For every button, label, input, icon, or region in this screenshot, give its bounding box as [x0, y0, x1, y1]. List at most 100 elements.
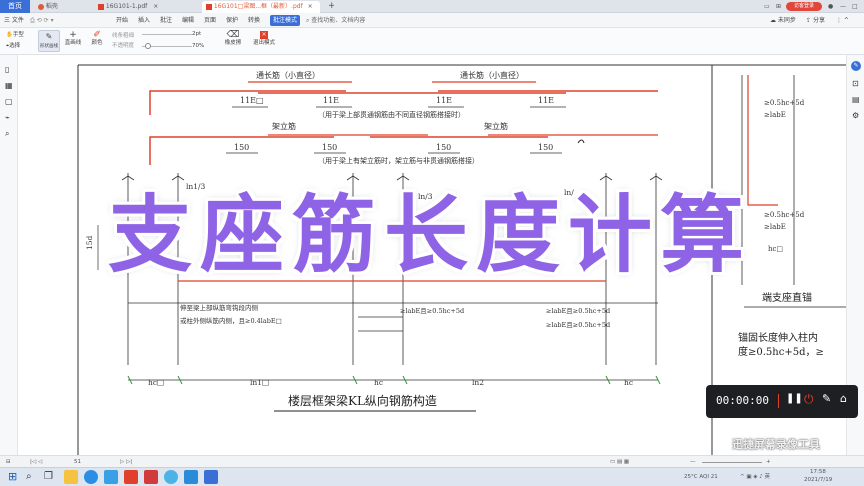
search-side-icon[interactable]: ⌕ — [5, 129, 9, 139]
erect-label-right: 架立筋 — [484, 121, 508, 131]
tray-icons[interactable]: ^ ▣ ◈ ♪ 英 — [740, 471, 770, 483]
pdf-app-icon[interactable] — [144, 470, 158, 484]
width-value[interactable]: 2pt — [192, 30, 201, 38]
close-red-icon: × — [260, 31, 268, 39]
tab-current-pdf[interactable]: 16G101□梁图...框（最新）.pdf × — [202, 1, 320, 13]
search-box[interactable]: ⌕ 查找功能、文档内容 — [306, 13, 365, 28]
tab-home[interactable]: 首页 — [0, 0, 30, 13]
browser-icon[interactable] — [164, 470, 178, 484]
grid-icon[interactable]: ⊞ — [772, 1, 784, 13]
close-icon[interactable]: × — [153, 3, 158, 10]
edit-icon[interactable]: ✎ — [851, 61, 861, 71]
pen-icon: ✎ — [45, 32, 53, 41]
thumbnail-icon[interactable]: ▦ — [5, 81, 13, 90]
hand-tool[interactable]: ✋手型 — [6, 31, 24, 39]
erect-label-left: 架立筋 — [272, 121, 296, 131]
search-icon[interactable]: ⌕ — [26, 470, 40, 484]
select-label: 选择 — [9, 43, 21, 49]
menu-convert[interactable]: 转换 — [248, 13, 260, 28]
edge-icon[interactable] — [84, 470, 98, 484]
menu-annotate-mode[interactable]: 批注模式 — [270, 15, 301, 26]
pen-icon[interactable]: ✎ — [822, 392, 831, 405]
tab-label: 16G101-1.pdf — [105, 3, 148, 10]
dim-ln2: ln2 — [472, 378, 484, 387]
ribbon-toolbar: ✋手型 ⌖选择 ✎ 形状画线 + 直画线 ✐ 颜色 线条粗细 不透明度 2pt … — [0, 28, 864, 55]
menu-edit[interactable]: 编辑 — [182, 13, 194, 28]
lap-150: 150 — [234, 143, 249, 152]
right-dim: ≥0.5hc+5d — [764, 99, 805, 107]
opacity-slider-handle[interactable] — [145, 43, 151, 49]
windows-start-icon[interactable]: ⊞ — [8, 470, 22, 484]
tool-icon[interactable]: ⊡ — [852, 79, 859, 88]
shape-draw-tool[interactable]: ✎ 形状画线 — [38, 30, 60, 52]
right-dim: ≥labE — [764, 111, 786, 119]
right-dim: ≥0.5hc+5d — [764, 211, 805, 219]
wps-icon[interactable] — [124, 470, 138, 484]
quick-tools-icon[interactable]: ⎙ ⟲ ⟳ ▾ — [30, 13, 54, 28]
right-text-1: 锚固长度伸入柱内 — [738, 331, 818, 344]
lap-label: 11E — [323, 96, 339, 105]
stop-icon[interactable]: ⏻ — [804, 392, 814, 407]
eraser-tool[interactable]: ⌫ 橡皮擦 — [222, 31, 244, 47]
weather-status[interactable]: 25°C AQI 21 — [684, 471, 718, 483]
minimize-icon[interactable]: — — [836, 1, 846, 13]
menu-protect[interactable]: 保护 — [226, 13, 238, 28]
drawing-caption: 楼层框架梁KL纵向钢筋构造 — [288, 393, 437, 408]
menu-file[interactable]: 三 文件 — [4, 13, 24, 28]
menu-page[interactable]: 页面 — [204, 13, 216, 28]
tab-16g101[interactable]: 16G101-1.pdf × — [94, 1, 194, 13]
pen-mark — [577, 139, 585, 144]
menu-annotate[interactable]: 批注 — [160, 13, 172, 28]
recorder-app-icon[interactable] — [204, 470, 218, 484]
share-button[interactable]: ⇪ 分享 — [806, 13, 825, 28]
select-tool[interactable]: ⌖选择 — [6, 42, 20, 50]
more-icon[interactable]: ⋮ ^ — [836, 13, 849, 28]
tab-daoke[interactable]: 稻壳 — [34, 1, 86, 13]
zoom-slider[interactable] — [702, 462, 762, 463]
opacity-label: 不透明度 — [112, 43, 135, 49]
settings-icon[interactable]: ⚙ — [852, 111, 859, 120]
cloud-sync[interactable]: ☁ 未同步 — [770, 13, 796, 28]
straight-line-tool[interactable]: + 直画线 — [64, 31, 82, 47]
bookmark-icon[interactable]: ▯ — [5, 65, 9, 74]
lap-150: 150 — [322, 143, 337, 152]
pause-icon[interactable]: ❚❚ — [786, 393, 803, 404]
line-width-slider[interactable] — [142, 34, 192, 35]
task-view-icon[interactable]: ❐ — [44, 470, 58, 484]
color-tool[interactable]: ✐ 颜色 — [88, 31, 106, 47]
dim-hc: hc — [374, 378, 383, 387]
home-icon[interactable]: ⌂ — [840, 392, 847, 405]
close-icon[interactable]: × — [308, 3, 313, 10]
exit-label: 退出模式 — [252, 40, 275, 46]
exit-mode-button[interactable]: × 退出模式 — [252, 31, 276, 47]
avatar[interactable]: ● — [824, 1, 834, 13]
opacity-value[interactable]: 70% — [192, 42, 204, 50]
line-width-label: 线条粗细 — [112, 33, 135, 39]
maximize-icon[interactable]: □ — [848, 1, 858, 13]
hand-icon: ✋ — [6, 32, 13, 38]
lae-label: ≥labE且≥0.5hc+5d — [546, 321, 610, 329]
comment-icon[interactable]: ▢ — [5, 97, 13, 106]
eraser-label: 橡皮擦 — [224, 40, 242, 46]
login-badge[interactable]: 访客登录 — [786, 2, 822, 11]
layers-icon[interactable]: ▤ — [852, 95, 860, 104]
app-icon[interactable] — [184, 470, 198, 484]
clock-date[interactable]: 2021/7/19 — [804, 474, 832, 486]
store-icon[interactable] — [104, 470, 118, 484]
note-1: （用于梁上部贯通钢筋由不同直径钢筋搭接时） — [318, 110, 465, 119]
note-2: （用于梁上有架立筋时，架立筋与非贯通钢筋搭接） — [318, 156, 479, 165]
new-tab-button[interactable]: + — [324, 1, 334, 13]
left-sidebar: ▯ ▦ ▢ ⌁ ⌕ — [0, 55, 18, 455]
search-icon: ⌕ — [306, 17, 310, 24]
dim-hc: hc□ — [148, 378, 164, 387]
menu-start[interactable]: 开始 — [116, 13, 128, 28]
attachment-icon[interactable]: ⌁ — [5, 113, 10, 122]
layout-icon[interactable]: ▭ — [760, 1, 772, 13]
menu-insert[interactable]: 插入 — [138, 13, 150, 28]
straight-label: 直画线 — [64, 40, 82, 46]
pdf-icon — [206, 3, 212, 10]
lae-label: ≥labE且≥0.5hc+5d — [546, 307, 610, 315]
lap-150: 150 — [436, 143, 451, 152]
file-explorer-icon[interactable] — [64, 470, 78, 484]
right-rebar — [747, 75, 778, 206]
